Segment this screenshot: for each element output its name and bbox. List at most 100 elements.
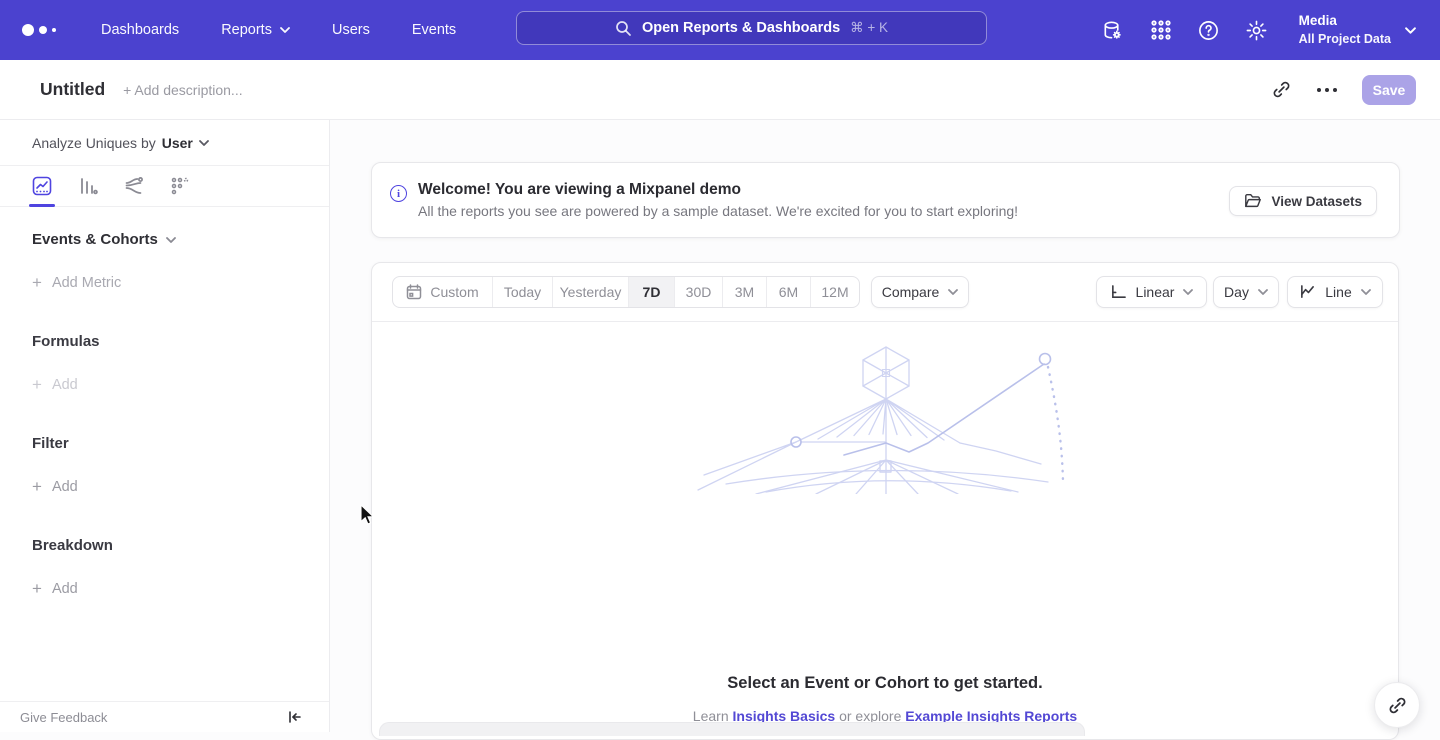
search-icon [615, 20, 632, 37]
report-title[interactable]: Untitled [40, 79, 105, 100]
chart-type-dropdown[interactable]: Line [1287, 276, 1383, 308]
report-header-bar: Untitled + Add description... Save [0, 60, 1440, 120]
compare-button[interactable]: Compare [871, 276, 969, 308]
view-datasets-button[interactable]: View Datasets [1229, 186, 1377, 216]
plus-icon: + [32, 580, 42, 597]
analyze-label: Analyze Uniques by [32, 135, 156, 151]
chart-type-label: Line [1325, 284, 1351, 300]
add-formula-button[interactable]: + Add [32, 376, 329, 393]
calendar-icon [406, 284, 422, 300]
insights-report-card: Custom Today Yesterday 7D 30D 3M 6M 12M … [371, 262, 1399, 740]
date-range-control: Custom Today Yesterday 7D 30D 3M 6M 12M [392, 276, 860, 308]
mixpanel-logo-icon[interactable] [22, 24, 68, 36]
banner-subtitle: All the reports you see are powered by a… [418, 203, 1018, 219]
add-description-field[interactable]: + Add description... [123, 82, 242, 98]
add-breakdown-button[interactable]: + Add [32, 580, 329, 597]
interval-dropdown[interactable]: Day [1213, 276, 1279, 308]
range-label: Custom [430, 284, 478, 300]
add-metric-button[interactable]: + Add Metric [32, 274, 329, 291]
nav-item-label: Reports [221, 22, 272, 38]
view-datasets-label: View Datasets [1271, 194, 1362, 209]
range-3m[interactable]: 3M [723, 277, 767, 307]
range-custom[interactable]: Custom [393, 277, 493, 307]
tab-bar-chart[interactable] [78, 176, 98, 196]
events-cohorts-header[interactable]: Events & Cohorts [32, 231, 329, 248]
events-cohorts-label: Events & Cohorts [32, 231, 158, 248]
bottom-panel-edge[interactable] [379, 722, 1085, 736]
range-label: Today [504, 284, 541, 300]
plus-icon: + [32, 478, 42, 495]
analyze-by-value: User [162, 135, 193, 151]
share-link-fab[interactable] [1374, 682, 1420, 728]
filter-header: Filter [32, 435, 329, 452]
help-icon[interactable] [1197, 18, 1221, 42]
range-7d[interactable]: 7D [629, 277, 675, 307]
chevron-down-icon [166, 237, 176, 243]
collapse-sidebar-icon[interactable] [287, 709, 303, 725]
range-12m[interactable]: 12M [811, 277, 859, 307]
give-feedback-link[interactable]: Give Feedback [20, 710, 107, 725]
folder-icon [1244, 193, 1262, 209]
nav-item-reports[interactable]: Reports [221, 14, 290, 46]
range-today[interactable]: Today [493, 277, 553, 307]
analyze-by-dropdown[interactable]: User [162, 135, 209, 151]
range-label: 12M [821, 284, 848, 300]
range-label: 30D [686, 284, 712, 300]
range-label: 7D [643, 284, 661, 300]
nav-item-label: Users [332, 22, 370, 38]
main-content: i Welcome! You are viewing a Mixpanel de… [330, 120, 1440, 732]
selected-tab-indicator [29, 204, 55, 207]
chevron-down-icon [280, 27, 290, 33]
more-options-icon[interactable] [1316, 79, 1338, 101]
chevron-down-icon [948, 289, 958, 295]
tab-insights-line[interactable] [32, 176, 52, 196]
copy-link-icon[interactable] [1270, 79, 1292, 101]
nav-item-users[interactable]: Users [332, 14, 370, 46]
formulas-header: Formulas [32, 333, 329, 350]
welcome-banner: i Welcome! You are viewing a Mixpanel de… [371, 162, 1400, 238]
chevron-down-icon [1405, 27, 1416, 34]
empty-state: Select an Event or Cohort to get started… [372, 322, 1398, 740]
tab-retention-grid[interactable] [170, 176, 190, 196]
link-icon [1388, 696, 1407, 715]
report-toolbar: Custom Today Yesterday 7D 30D 3M 6M 12M … [372, 263, 1398, 322]
add-filter-label: Add [52, 479, 78, 495]
nav-links: Dashboards Reports Users Events [80, 14, 477, 46]
project-selector[interactable]: Media All Project Data [1299, 12, 1416, 47]
apps-grid-icon[interactable] [1149, 18, 1173, 42]
breakdown-header: Breakdown [32, 537, 329, 554]
add-filter-button[interactable]: + Add [32, 478, 329, 495]
data-management-icon[interactable] [1101, 18, 1125, 42]
analyze-row: Analyze Uniques by User [0, 120, 329, 166]
range-label: 6M [779, 284, 798, 300]
empty-state-illustration [696, 344, 1076, 494]
scale-label: Linear [1136, 284, 1175, 300]
range-yesterday[interactable]: Yesterday [553, 277, 629, 307]
search-shortcut: ⌘ + K [850, 20, 888, 36]
chart-type-tabs [0, 166, 329, 207]
nav-item-label: Dashboards [101, 22, 179, 38]
compare-label: Compare [882, 284, 940, 300]
nav-item-dashboards[interactable]: Dashboards [101, 14, 179, 46]
plus-icon: + [32, 376, 42, 393]
settings-gear-icon[interactable] [1245, 18, 1269, 42]
global-search-input[interactable]: Open Reports & Dashboards ⌘ + K [516, 11, 987, 45]
project-name: Media [1299, 12, 1391, 30]
top-nav: Dashboards Reports Users Events Open Rep… [0, 0, 1440, 60]
info-icon: i [390, 185, 407, 202]
linear-axis-icon [1110, 284, 1127, 300]
plus-icon: + [32, 274, 42, 291]
range-label: 3M [735, 284, 754, 300]
search-placeholder: Open Reports & Dashboards [642, 20, 840, 36]
scale-dropdown[interactable]: Linear [1096, 276, 1207, 308]
nav-item-events[interactable]: Events [412, 14, 456, 46]
range-30d[interactable]: 30D [675, 277, 723, 307]
tab-flows[interactable] [124, 176, 144, 196]
chevron-down-icon [1183, 289, 1193, 295]
range-6m[interactable]: 6M [767, 277, 811, 307]
range-label: Yesterday [560, 284, 622, 300]
chevron-down-icon [1258, 289, 1268, 295]
chevron-down-icon [1361, 289, 1371, 295]
empty-state-title: Select an Event or Cohort to get started… [372, 674, 1398, 693]
save-button[interactable]: Save [1362, 75, 1416, 105]
